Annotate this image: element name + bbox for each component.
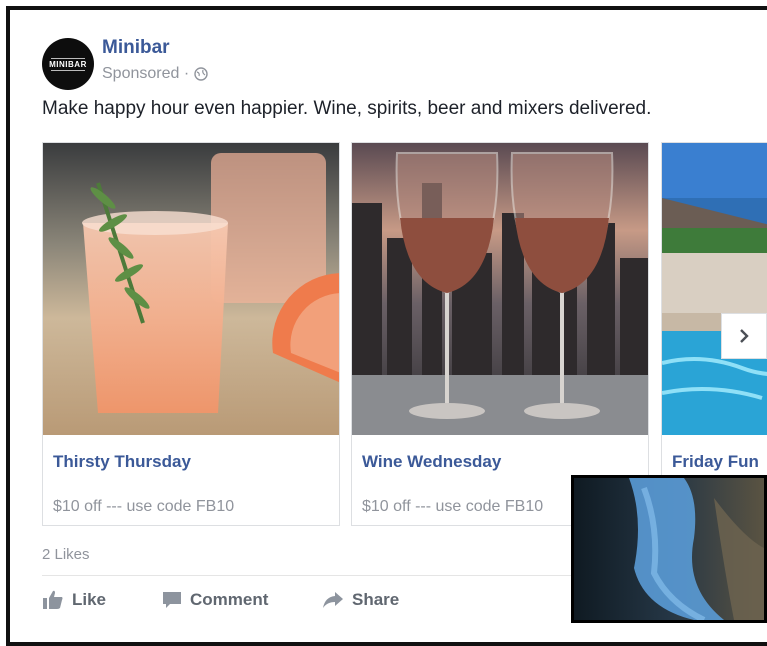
carousel-card-thirsty-thursday[interactable]: Thirsty Thursday $10 off --- use code FB…: [42, 142, 340, 526]
like-button[interactable]: Like: [42, 590, 106, 610]
card-subtitle: $10 off --- use code FB10: [362, 498, 544, 515]
wine-glasses-image[interactable]: [352, 143, 648, 435]
card-title[interactable]: Friday Fun: [672, 452, 759, 472]
divider: [42, 575, 582, 576]
sponsored-row: Sponsored ·: [102, 65, 208, 83]
share-arrow-icon: [323, 592, 343, 608]
card-title[interactable]: Thirsty Thursday: [53, 452, 191, 472]
comment-icon: [163, 592, 181, 608]
likes-count[interactable]: 2 Likes: [42, 546, 90, 563]
thumbs-up-icon: [43, 590, 63, 609]
share-button[interactable]: Share: [322, 590, 399, 610]
cocktail-image[interactable]: [43, 143, 339, 435]
card-subtitle: $10 off --- use code FB10: [53, 498, 235, 515]
carousel-next-button[interactable]: [721, 313, 767, 359]
page-avatar[interactable]: MINIBAR: [42, 38, 94, 90]
share-label: Share: [352, 590, 400, 609]
globe-icon[interactable]: [194, 67, 208, 81]
sponsored-label: Sponsored ·: [102, 65, 190, 82]
like-label: Like: [72, 590, 107, 609]
video-overlay[interactable]: [571, 475, 767, 623]
post-text: Make happy hour even happier. Wine, spir…: [42, 98, 652, 119]
page-name-link[interactable]: Minibar: [102, 37, 170, 59]
comment-button[interactable]: Comment: [162, 590, 268, 610]
comment-label: Comment: [190, 590, 269, 609]
avatar-logo-text: MINIBAR: [49, 59, 87, 69]
carousel-card-wine-wednesday[interactable]: Wine Wednesday $10 off --- use code FB10: [351, 142, 649, 526]
card-title[interactable]: Wine Wednesday: [362, 452, 501, 472]
pool-image[interactable]: [662, 143, 767, 435]
chevron-right-icon: [740, 329, 749, 343]
